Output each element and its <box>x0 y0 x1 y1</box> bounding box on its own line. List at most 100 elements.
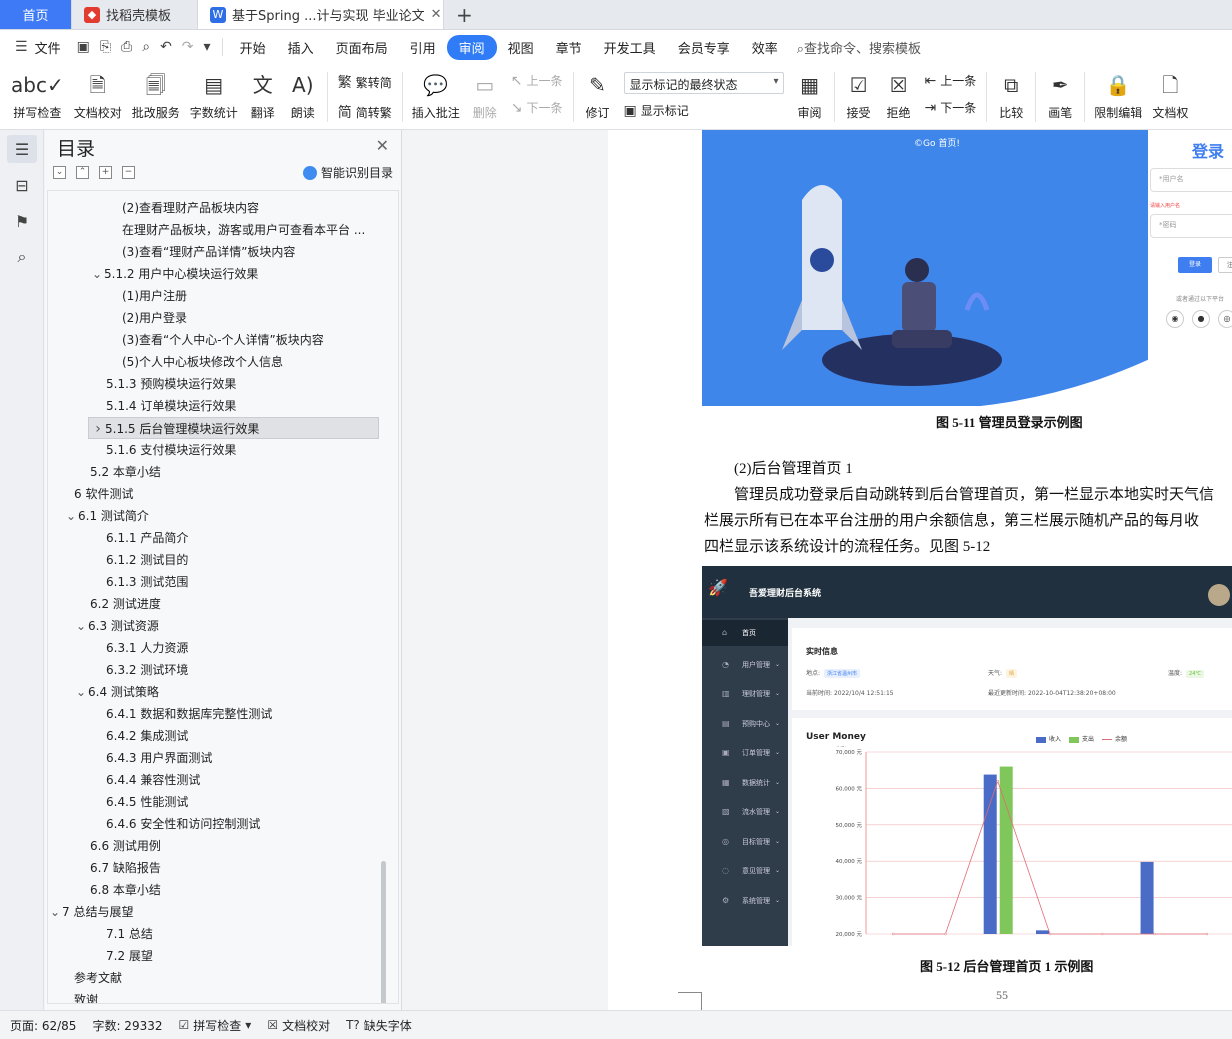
menu-file[interactable]: 文件 <box>33 35 72 60</box>
toc-item[interactable]: 6.3.1 人力资源 <box>48 637 388 659</box>
menu-chapter[interactable]: 章节 <box>545 35 593 60</box>
page-indicator[interactable]: 页面: 62/85 <box>10 1017 76 1034</box>
show-markup-button[interactable]: ▣ 显示标记 <box>624 102 784 119</box>
menu-efficiency[interactable]: 效率 <box>741 35 789 60</box>
toc-item[interactable]: (2)查看理财产品板块内容 <box>48 197 388 219</box>
menu-view[interactable]: 视图 <box>497 35 545 60</box>
expand-all-icon[interactable]: ⌃ <box>76 166 89 179</box>
toc-item[interactable]: 7.1 总结 <box>48 923 388 945</box>
smart-toc-button[interactable]: 智能识别目录 <box>302 164 393 181</box>
spell-check-button[interactable]: abc✓ 拼写检查 <box>6 64 69 121</box>
redo-icon[interactable]: ↷ <box>177 39 199 55</box>
track-changes-button[interactable]: ✎ 修订 <box>578 64 618 121</box>
chevron-down-icon[interactable]: ⌄ <box>48 901 62 923</box>
menu-page-layout[interactable]: 页面布局 <box>325 35 399 60</box>
toc-item[interactable]: 7.2 展望 <box>48 945 388 967</box>
toc-item[interactable]: 6 软件测试 <box>48 483 388 505</box>
tab-home[interactable]: 首页 <box>0 0 72 29</box>
menu-review[interactable]: 审阅 <box>446 34 497 60</box>
toc-item[interactable]: (3)查看“理财产品详情”板块内容 <box>48 241 388 263</box>
reject-button[interactable]: ☒ 拒绝 <box>879 64 919 121</box>
status-spell-check[interactable]: ☑ 拼写检查 ▾ <box>179 1017 252 1034</box>
toc-item[interactable]: 6.4.6 安全性和访问控制测试 <box>48 813 388 835</box>
close-icon[interactable]: ✕ <box>376 136 389 155</box>
export-pdf-icon[interactable]: ⎘ <box>95 39 116 55</box>
status-proofread[interactable]: ☒ 文档校对 <box>267 1017 330 1034</box>
menu-member[interactable]: 会员专享 <box>667 35 741 60</box>
toc-item[interactable]: ⌄ 7 总结与展望 <box>48 901 388 923</box>
chevron-down-icon[interactable]: ⌄ <box>74 681 88 703</box>
restrict-edit-button[interactable]: 🔒 限制编辑 <box>1089 64 1147 121</box>
toc-pane-icon[interactable]: ☰ <box>7 135 37 163</box>
next-change-button[interactable]: ⇥ 下一条 <box>925 99 977 116</box>
toc-item[interactable]: 5.1.3 预购模块运行效果 <box>48 373 388 395</box>
word-count-indicator[interactable]: 字数: 29332 <box>92 1017 162 1034</box>
toc-item[interactable]: 6.1.3 测试范围 <box>48 571 388 593</box>
toc-item[interactable]: 6.7 缺陷报告 <box>48 857 388 879</box>
read-aloud-button[interactable]: A) 朗读 <box>283 64 323 121</box>
toc-item[interactable]: 5.1.6 支付模块运行效果 <box>48 439 388 461</box>
close-tab-icon[interactable]: ✕ <box>431 7 442 22</box>
new-tab-button[interactable]: + <box>444 0 485 29</box>
toc-item[interactable]: 6.4.3 用户界面测试 <box>48 747 388 769</box>
to-traditional-button[interactable]: 繁繁转简 <box>338 72 392 92</box>
tab-document[interactable]: W 基于Spring ...计与实现 毕业论文 ✕ <box>198 0 444 29</box>
chevron-down-icon[interactable]: ⌄ <box>74 615 88 637</box>
toc-item[interactable]: 5.1.4 订单模块运行效果 <box>48 395 388 417</box>
command-search[interactable]: ⌕查找命令、搜索模板 <box>797 38 921 57</box>
menu-references[interactable]: 引用 <box>399 35 447 60</box>
toc-item[interactable]: › 5.1.5 后台管理模块运行效果 <box>88 417 379 439</box>
toc-item[interactable]: 6.2 测试进度 <box>48 593 388 615</box>
toc-item[interactable]: 在理财产品板块，游客或用户可查看本平台 ... <box>48 219 388 241</box>
word-count-button[interactable]: ▤ 字数统计 <box>185 64 243 121</box>
markup-state-select[interactable]: 显示标记的最终状态 <box>623 72 784 94</box>
toc-item[interactable]: 6.3.2 测试环境 <box>48 659 388 681</box>
chevron-down-icon[interactable]: ⌄ <box>64 505 78 527</box>
undo-icon[interactable]: ↶ <box>155 39 177 55</box>
toc-item[interactable]: 6.1.2 测试目的 <box>48 549 388 571</box>
hamburger-icon[interactable]: ☰ <box>10 39 33 55</box>
print-icon[interactable]: ⎙ <box>116 39 137 55</box>
prev-change-button[interactable]: ⇤ 上一条 <box>925 72 977 89</box>
toc-item[interactable]: (3)查看“个人中心-个人详情”板块内容 <box>48 329 388 351</box>
chevron-down-icon[interactable]: ⌄ <box>90 263 104 285</box>
print-preview-icon[interactable]: ⌕ <box>137 39 155 55</box>
translate-button[interactable]: 文翻译 <box>243 64 283 121</box>
pen-button[interactable]: ✒ 画笔 <box>1040 64 1080 121</box>
insert-comment-button[interactable]: 💬 插入批注 <box>407 64 465 121</box>
toc-item[interactable]: 6.8 本章小结 <box>48 879 388 901</box>
toc-item[interactable]: (1)用户注册 <box>48 285 388 307</box>
toc-item[interactable]: 6.4.1 数据和数据库完整性测试 <box>48 703 388 725</box>
review-pane-button[interactable]: ▦ 审阅 <box>790 64 830 121</box>
toc-item[interactable]: 5.2 本章小结 <box>48 461 388 483</box>
toc-item[interactable]: 6.4.4 兼容性测试 <box>48 769 388 791</box>
toc-item[interactable]: 6.4.2 集成测试 <box>48 725 388 747</box>
toc-item[interactable]: 6.1.1 产品简介 <box>48 527 388 549</box>
find-icon[interactable]: ⌕ <box>7 243 37 271</box>
toc-item[interactable]: ⌄ 6.3 测试资源 <box>48 615 388 637</box>
add-item-icon[interactable]: + <box>99 166 112 179</box>
delete-comment-button[interactable]: ▭ 删除 <box>465 64 505 121</box>
toc-item[interactable]: ⌄ 6.4 测试策略 <box>48 681 388 703</box>
menu-developer[interactable]: 开发工具 <box>593 35 667 60</box>
next-comment-button[interactable]: ↘ 下一条 <box>511 99 563 116</box>
toc-item[interactable]: 6.4.5 性能测试 <box>48 791 388 813</box>
chapter-nav-icon[interactable]: ⊟ <box>7 171 37 199</box>
toc-item[interactable]: 参考文献 <box>48 967 388 989</box>
revise-service-button[interactable]: 🗐 批改服务 <box>127 64 185 121</box>
toc-item[interactable]: (5)个人中心板块修改个人信息 <box>48 351 388 373</box>
toc-item[interactable]: ⌄ 5.1.2 用户中心模块运行效果 <box>48 263 388 285</box>
chevron-right-icon[interactable]: › <box>91 418 105 438</box>
toc-item[interactable]: 6.6 测试用例 <box>48 835 388 857</box>
bookmark-icon[interactable]: ⚑ <box>7 207 37 235</box>
tab-docer[interactable]: ◆ 找稻壳模板 <box>72 0 198 29</box>
menu-home[interactable]: 开始 <box>229 35 277 60</box>
status-missing-font[interactable]: T? 缺失字体 <box>346 1017 412 1034</box>
menu-insert[interactable]: 插入 <box>277 35 325 60</box>
compare-button[interactable]: ⧉ 比较 <box>991 64 1031 121</box>
remove-item-icon[interactable]: − <box>122 166 135 179</box>
collapse-all-icon[interactable]: ⌄ <box>53 166 66 179</box>
to-simplified-button[interactable]: 简简转繁 <box>338 102 392 122</box>
toc-item[interactable]: ⌄ 6.1 测试简介 <box>48 505 388 527</box>
proofread-button[interactable]: 🗎 文档校对 <box>69 64 127 121</box>
